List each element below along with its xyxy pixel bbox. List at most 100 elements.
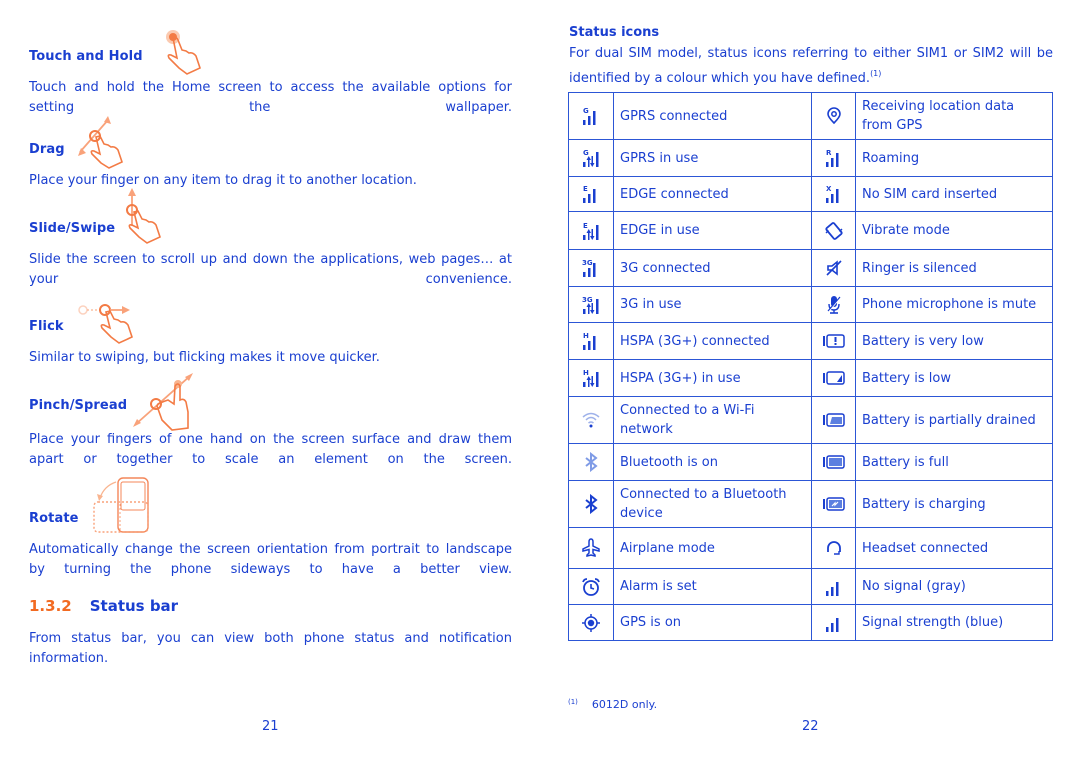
gesture-heading-flick: Flick (29, 319, 64, 334)
svg-text:E: E (583, 185, 588, 193)
status-row: E EDGE in use Vibrate mode (568, 211, 1053, 250)
3g-in-use-icon: 3G (568, 286, 614, 323)
gesture-text-drag: Place your finger on any item to drag it… (29, 173, 417, 188)
status-row: GPS is on Signal strength (blue) (568, 604, 1053, 641)
alarm-icon (568, 568, 614, 605)
bluetooth-on-icon (568, 443, 614, 481)
status-row: Connected to a Bluetooth device Battery i… (568, 480, 1053, 528)
section-heading: 1.3.2 Status bar (29, 597, 178, 615)
status-label: Airplane mode (613, 527, 812, 569)
status-label: Battery is partially drained (855, 396, 1053, 444)
status-label: 3G connected (613, 249, 812, 287)
gesture-heading-swipe: Slide/Swipe (29, 221, 116, 236)
status-label: Battery is low (855, 359, 1053, 397)
gprs-in-use-icon: G (568, 139, 614, 177)
rotate-phone-icon (90, 476, 152, 534)
swipe-hand-icon (124, 188, 168, 248)
edge-connected-icon: E (568, 176, 614, 212)
section-text: From status bar, you can view both phone… (29, 631, 512, 666)
gesture-text-rotate: Automatically change the screen orientat… (29, 542, 512, 577)
status-row: 3G 3G connected Ringer is silenced (568, 249, 1053, 287)
svg-text:X: X (826, 185, 832, 193)
gprs-connected-icon: G (568, 92, 614, 140)
status-label: No signal (gray) (855, 568, 1053, 605)
svg-text:G: G (583, 107, 589, 115)
status-icons-table: G GPRS connected Receiving location data f… (568, 92, 1053, 641)
status-row: E EDGE connected X No SIM card inserted (568, 176, 1053, 212)
3g-connected-icon: 3G (568, 249, 614, 287)
page-21: Touch and Hold Touch and hold the Home s… (0, 0, 540, 767)
gesture-text-swipe: Slide the screen to scroll up and down t… (29, 252, 512, 287)
page-22: Status icons For dual SIM model, status … (540, 0, 1080, 767)
status-label: Connected to a Wi-Fi network (613, 396, 812, 444)
gesture-text-pinch: Place your fingers of one hand on the sc… (29, 432, 512, 467)
gps-on-icon (568, 604, 614, 641)
touch-hold-hand-icon (160, 28, 208, 78)
status-label: GPRS in use (613, 139, 812, 177)
status-label: Headset connected (855, 527, 1053, 569)
location-pin-icon (811, 92, 856, 140)
footnote-ref: (1) (870, 68, 882, 78)
status-label: Bluetooth is on (613, 443, 812, 481)
gesture-heading-touch-hold: Touch and Hold (29, 49, 143, 64)
footnote-text: 6012D only. (591, 698, 658, 711)
gesture-heading-drag: Drag (29, 142, 65, 157)
no-sim-icon: X (811, 176, 856, 212)
svg-text:3G: 3G (582, 296, 593, 304)
footnote-mark: (1) (568, 698, 578, 706)
status-row: G GPRS connected Receiving location data f… (568, 92, 1053, 140)
gesture-heading-rotate: Rotate (29, 511, 79, 526)
status-label: GPRS connected (613, 92, 812, 140)
status-label: GPS is on (613, 604, 812, 641)
hspa-connected-icon: H (568, 322, 614, 360)
flick-hand-icon (76, 302, 138, 350)
svg-text:H: H (583, 369, 589, 377)
status-row: H HSPA (3G+) connected Battery is very low (568, 322, 1053, 360)
status-label: Ringer is silenced (855, 249, 1053, 287)
status-label: Signal strength (blue) (855, 604, 1053, 641)
status-label: Phone microphone is mute (855, 286, 1053, 323)
svg-text:R: R (826, 149, 832, 157)
status-label: 3G in use (613, 286, 812, 323)
status-row: Alarm is set No signal (gray) (568, 568, 1053, 605)
footnote: (1) 6012D only. (568, 698, 657, 711)
status-label: EDGE connected (613, 176, 812, 212)
vibrate-icon (811, 211, 856, 250)
airplane-icon (568, 527, 614, 569)
status-label: Alarm is set (613, 568, 812, 605)
svg-text:G: G (583, 149, 589, 157)
no-signal-icon (811, 568, 856, 605)
mic-mute-icon (811, 286, 856, 323)
status-label: EDGE in use (613, 211, 812, 250)
status-row: H HSPA (3G+) in use Battery is low (568, 359, 1053, 397)
status-label: Vibrate mode (855, 211, 1053, 250)
svg-text:H: H (583, 332, 589, 340)
battery-full-icon (811, 443, 856, 481)
battery-charging-icon (811, 480, 856, 528)
svg-text:3G: 3G (582, 259, 593, 267)
status-label: Connected to a Bluetooth device (613, 480, 812, 528)
edge-in-use-icon: E (568, 211, 614, 250)
gesture-text-flick: Similar to swiping, but flicking makes i… (29, 350, 380, 365)
section-number: 1.3.2 (29, 597, 72, 615)
status-label: Receiving location data from GPS (855, 92, 1053, 140)
roaming-icon: R (811, 139, 856, 177)
section-title: Status bar (89, 597, 179, 615)
wifi-icon (568, 396, 614, 444)
status-label: Battery is very low (855, 322, 1053, 360)
page-number-right: 22 (802, 719, 819, 734)
status-label: Roaming (855, 139, 1053, 177)
battery-low-icon (811, 359, 856, 397)
status-label: HSPA (3G+) connected (613, 322, 812, 360)
drag-hand-icon (76, 112, 132, 170)
status-label: No SIM card inserted (855, 176, 1053, 212)
status-label: Battery is charging (855, 480, 1053, 528)
status-icons-intro: For dual SIM model, status icons referri… (569, 46, 1053, 86)
gesture-heading-pinch: Pinch/Spread (29, 398, 128, 413)
headset-icon (811, 527, 856, 569)
status-row: Connected to a Wi-Fi network Battery is p… (568, 396, 1053, 444)
status-row: G GPRS in use R Roaming (568, 139, 1053, 177)
status-label: HSPA (3G+) in use (613, 359, 812, 397)
svg-text:E: E (583, 222, 588, 230)
status-row: Airplane mode Headset connected (568, 527, 1053, 569)
